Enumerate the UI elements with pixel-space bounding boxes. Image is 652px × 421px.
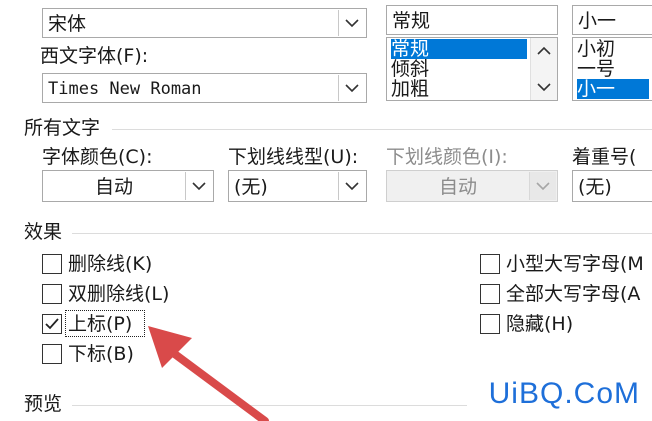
underline-type-value: (无) <box>234 176 268 198</box>
western-font-label: 西文字体(F): <box>40 45 149 67</box>
size-input-value: 小一 <box>578 10 617 32</box>
style-listbox[interactable]: 常规 倾斜 加粗 <box>386 37 558 101</box>
list-item[interactable]: 倾斜 <box>391 59 429 79</box>
chevron-down-icon[interactable] <box>338 75 365 101</box>
style-input[interactable]: 常规 <box>386 5 558 35</box>
section-divider <box>112 129 652 130</box>
double-strikethrough-label[interactable]: 双删除线(L) <box>68 282 169 306</box>
underline-color-combobox: 自动 <box>386 170 558 202</box>
font-color-label: 字体颜色(C): <box>42 146 153 168</box>
preview-section-label: 预览 <box>24 393 63 415</box>
emphasis-mark-combobox[interactable]: (无) <box>572 170 652 202</box>
emphasis-mark-label: 着重号( <box>572 146 637 168</box>
site-watermark: UiBQ.CoM <box>488 377 640 410</box>
double-strikethrough-checkbox[interactable] <box>42 284 62 304</box>
list-item[interactable]: 常规 <box>391 39 527 59</box>
size-listbox[interactable]: 小初 一号 小一 <box>572 37 652 101</box>
list-item[interactable]: 加粗 <box>391 79 429 99</box>
font-color-value: 自动 <box>95 176 134 198</box>
chevron-down-icon[interactable] <box>185 172 212 200</box>
all-caps-label[interactable]: 全部大写字母(A <box>506 282 640 306</box>
section-divider <box>72 233 652 234</box>
list-item[interactable]: 一号 <box>577 59 615 79</box>
emphasis-mark-value: (无) <box>578 176 612 198</box>
underline-color-value: 自动 <box>439 176 478 198</box>
list-item[interactable]: 小初 <box>577 39 615 59</box>
underline-type-label: 下划线线型(U): <box>228 146 359 168</box>
underline-color-label: 下划线颜色(I): <box>386 146 508 168</box>
small-caps-checkbox[interactable] <box>480 254 500 274</box>
check-icon <box>45 318 59 330</box>
subscript-label[interactable]: 下标(B) <box>68 342 134 366</box>
scroll-down-icon[interactable] <box>537 82 551 92</box>
superscript-label[interactable]: 上标(P) <box>68 312 132 336</box>
font-color-combobox[interactable]: 自动 <box>42 170 214 202</box>
chevron-down-icon <box>529 172 556 200</box>
western-font-combobox[interactable]: Times New Roman <box>42 73 367 103</box>
strikethrough-checkbox[interactable] <box>42 254 62 274</box>
hidden-checkbox[interactable] <box>480 314 500 334</box>
superscript-checkbox[interactable] <box>42 314 62 334</box>
size-input[interactable]: 小一 <box>572 5 652 35</box>
chevron-down-icon[interactable] <box>338 10 365 36</box>
chinese-font-value: 宋体 <box>48 13 87 35</box>
underline-type-combobox[interactable]: (无) <box>228 170 367 202</box>
scroll-up-icon[interactable] <box>537 46 551 56</box>
style-list-scrollbar[interactable] <box>530 38 557 100</box>
all-caps-checkbox[interactable] <box>480 284 500 304</box>
list-item[interactable]: 小一 <box>577 79 649 99</box>
style-input-value: 常规 <box>392 10 431 32</box>
western-font-value: Times New Roman <box>48 79 202 99</box>
hidden-label[interactable]: 隐藏(H) <box>506 312 573 336</box>
annotation-arrow-icon <box>148 326 269 421</box>
strikethrough-label[interactable]: 删除线(K) <box>68 252 152 276</box>
chinese-font-combobox[interactable]: 宋体 <box>42 8 367 38</box>
all-text-section-label: 所有文字 <box>24 117 101 139</box>
chevron-down-icon[interactable] <box>338 172 365 200</box>
subscript-checkbox[interactable] <box>42 344 62 364</box>
effects-section-label: 效果 <box>24 221 63 243</box>
small-caps-label[interactable]: 小型大写字母(M <box>506 252 644 276</box>
